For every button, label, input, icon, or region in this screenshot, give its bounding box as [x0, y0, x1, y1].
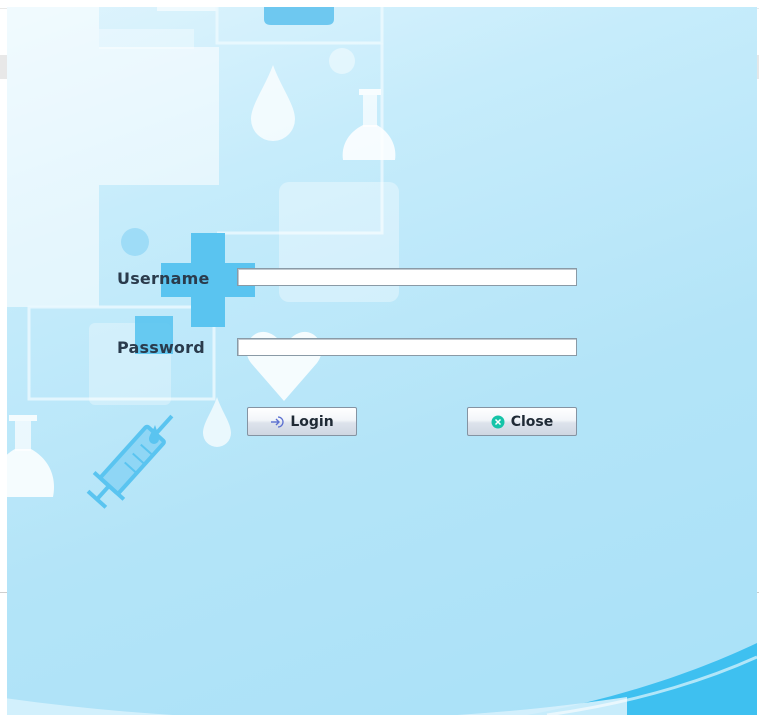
- login-arrow-icon: [271, 415, 284, 428]
- medical-background-illustration: [7, 7, 757, 715]
- login-button[interactable]: Login: [247, 407, 357, 436]
- username-input[interactable]: [237, 268, 577, 286]
- login-button-label: Login: [290, 413, 334, 430]
- close-circle-icon: [491, 415, 505, 428]
- close-button-label: Close: [510, 413, 554, 430]
- password-label: Password: [117, 338, 205, 357]
- password-input[interactable]: [237, 338, 577, 356]
- close-button[interactable]: Close: [467, 407, 577, 436]
- username-label: Username: [117, 269, 210, 288]
- login-window: Username Password Login Close: [7, 7, 757, 715]
